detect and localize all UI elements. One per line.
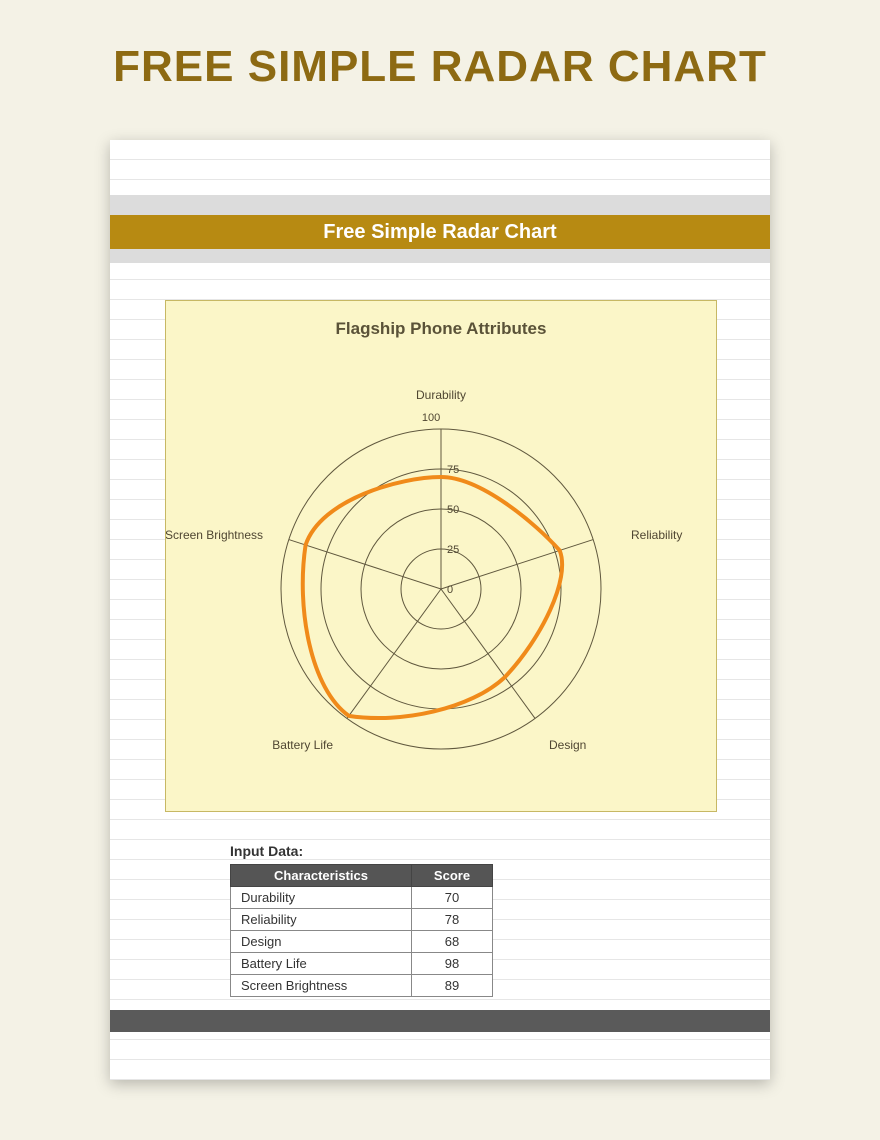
table-row: Durability 70 [231, 887, 493, 909]
cell-char: Screen Brightness [231, 975, 412, 997]
cell-score: 70 [412, 887, 493, 909]
tick-100: 100 [422, 412, 440, 424]
axis-reliability: Reliability [631, 528, 682, 542]
tick-75: 75 [447, 464, 459, 476]
cell-char: Reliability [231, 909, 412, 931]
tick-50: 50 [447, 504, 459, 516]
footer-bar [110, 1010, 770, 1032]
sheet-title-bar: Free Simple Radar Chart [110, 215, 770, 249]
input-data-label: Input Data: [230, 843, 303, 859]
table-row: Battery Life 98 [231, 953, 493, 975]
cell-score: 98 [412, 953, 493, 975]
axis-screen-brightness: Screen Brightness [166, 528, 263, 542]
col-score: Score [412, 865, 493, 887]
axis-durability: Durability [416, 388, 466, 402]
top-gray-bar [110, 195, 770, 215]
chart-title: Flagship Phone Attributes [166, 301, 716, 339]
radar-series [303, 477, 562, 718]
cell-score: 89 [412, 975, 493, 997]
tick-0: 0 [447, 584, 453, 596]
spreadsheet-frame: Free Simple Radar Chart Flagship Phone A… [110, 140, 770, 1080]
table-row: Screen Brightness 89 [231, 975, 493, 997]
table-row: Design 68 [231, 931, 493, 953]
sheet-title-text: Free Simple Radar Chart [323, 221, 556, 244]
below-gray-bar [110, 249, 770, 263]
cell-char: Battery Life [231, 953, 412, 975]
axis-battery-life: Battery Life [272, 738, 333, 752]
radar-chart: 0 25 50 75 100 Durability Reliability De… [166, 339, 716, 809]
cell-char: Design [231, 931, 412, 953]
chart-panel: Flagship Phone Attributes 0 25 50 75 10 [165, 300, 717, 812]
tick-25: 25 [447, 544, 459, 556]
input-data-table: Characteristics Score Durability 70 Reli… [230, 864, 493, 997]
page-title: FREE SIMPLE RADAR CHART [0, 0, 880, 92]
cell-score: 68 [412, 931, 493, 953]
cell-score: 78 [412, 909, 493, 931]
table-row: Reliability 78 [231, 909, 493, 931]
col-characteristics: Characteristics [231, 865, 412, 887]
cell-char: Durability [231, 887, 412, 909]
axis-design: Design [549, 738, 586, 752]
